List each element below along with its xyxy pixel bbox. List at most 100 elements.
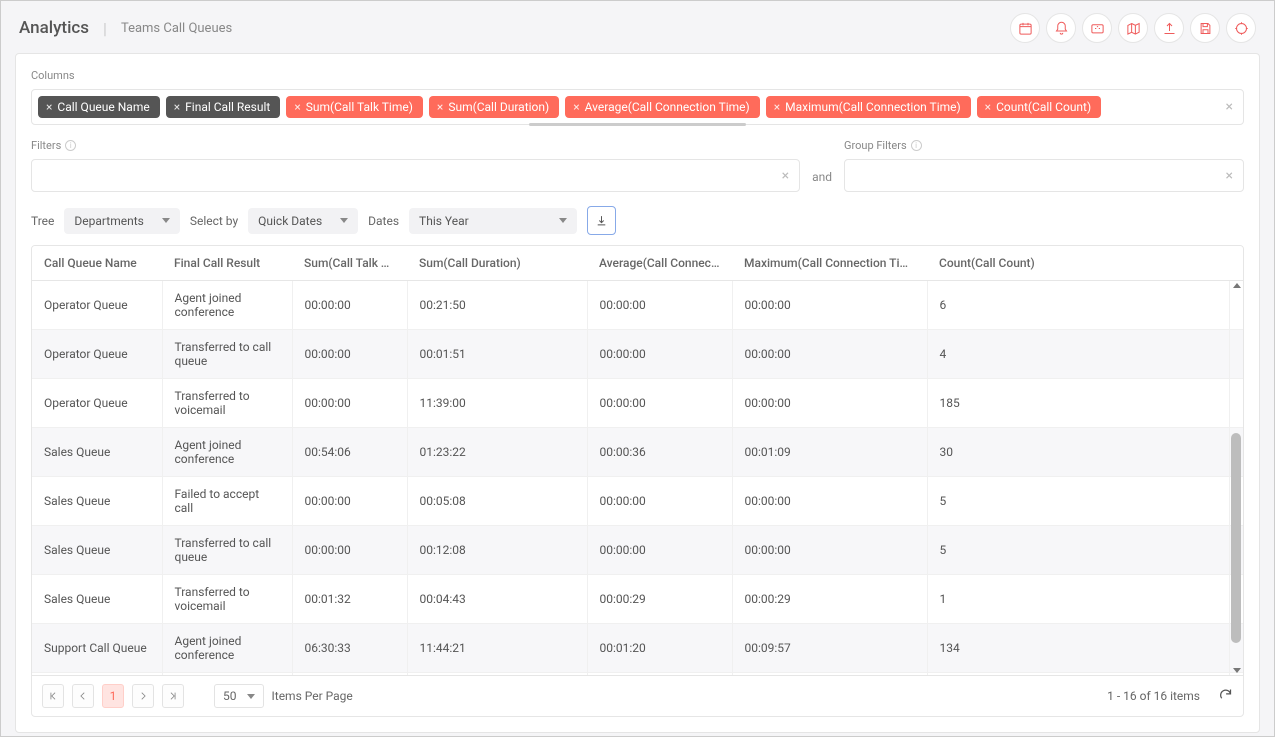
selectby-select[interactable]: Quick Dates bbox=[248, 208, 358, 234]
pager-last-button[interactable] bbox=[162, 684, 184, 708]
pager-current-page[interactable]: 1 bbox=[102, 684, 124, 708]
column-header[interactable]: Sum(Call Talk Time) bbox=[292, 246, 407, 281]
table-cell: Support Call Queue bbox=[32, 673, 162, 676]
chip-remove-icon[interactable]: × bbox=[573, 100, 579, 114]
chip-remove-icon[interactable]: × bbox=[294, 100, 300, 114]
chip-label: Average(Call Connection Time) bbox=[585, 100, 750, 114]
clear-group-filters-icon[interactable]: × bbox=[1226, 168, 1233, 184]
chip-label: Sum(Call Duration) bbox=[448, 100, 549, 114]
chip-remove-icon[interactable]: × bbox=[174, 100, 180, 114]
chip-remove-icon[interactable]: × bbox=[437, 100, 443, 114]
table-cell: 00:00:00 bbox=[732, 477, 927, 526]
info-icon[interactable]: i bbox=[65, 140, 76, 151]
upload-icon[interactable] bbox=[1154, 13, 1184, 43]
table-cell: Agent joined conference bbox=[162, 624, 292, 673]
table-row[interactable]: Sales QueueTransferred to call queue00:0… bbox=[32, 526, 1243, 575]
table-cell: Transferred to voicemail bbox=[162, 379, 292, 428]
column-chip[interactable]: ×Sum(Call Talk Time) bbox=[286, 96, 423, 118]
table-cell: 00:04:43 bbox=[407, 575, 587, 624]
table-row[interactable]: Operator QueueTransferred to voicemail 00… bbox=[32, 379, 1243, 428]
table-cell: Support Call Queue bbox=[32, 624, 162, 673]
columns-label: Columns bbox=[31, 69, 1244, 82]
chip-remove-icon[interactable]: × bbox=[774, 100, 780, 114]
refresh-button[interactable] bbox=[1218, 687, 1233, 705]
table-row[interactable]: Sales QueueFailed to accept call00:00:00… bbox=[32, 477, 1243, 526]
page-size-select[interactable]: 50 bbox=[214, 684, 264, 708]
table-cell: 00:00:00 bbox=[732, 526, 927, 575]
table-cell: 00:09:57 bbox=[732, 624, 927, 673]
table-cell: 11:39:00 bbox=[407, 379, 587, 428]
table-cell: 00:27:12 bbox=[407, 673, 587, 676]
clear-filters-icon[interactable]: × bbox=[782, 168, 789, 184]
table-cell: 00:00:00 bbox=[292, 330, 407, 379]
table-row[interactable]: Sales QueueAgent joined conference00:54:… bbox=[32, 428, 1243, 477]
column-header[interactable]: Average(Call Connectio... bbox=[587, 246, 732, 281]
table-cell: 00:00:00 bbox=[587, 673, 732, 676]
clear-columns-icon[interactable]: × bbox=[1226, 99, 1233, 115]
table-cell: Operator Queue bbox=[32, 330, 162, 379]
column-chip[interactable]: ×Call Queue Name bbox=[38, 96, 160, 118]
group-filters-input[interactable]: × bbox=[844, 159, 1244, 192]
map-icon[interactable] bbox=[1118, 13, 1148, 43]
table-cell: 00:00:00 bbox=[587, 526, 732, 575]
chip-remove-icon[interactable]: × bbox=[46, 100, 52, 114]
table-cell: 1 bbox=[927, 575, 1229, 624]
table-row[interactable]: Sales QueueTransferred to voicemail00:01… bbox=[32, 575, 1243, 624]
table-cell: 00:00:00 bbox=[587, 477, 732, 526]
bell-icon[interactable] bbox=[1046, 13, 1076, 43]
table-row[interactable]: Support Call QueueFailed to accept call0… bbox=[32, 673, 1243, 676]
table-cell: Agent joined conference bbox=[162, 281, 292, 330]
dashboard-icon[interactable] bbox=[1082, 13, 1112, 43]
dates-label: Dates bbox=[368, 214, 399, 228]
column-header[interactable]: Call Queue Name bbox=[32, 246, 162, 281]
table-cell: 00:01:20 bbox=[587, 624, 732, 673]
table-cell: Operator Queue bbox=[32, 281, 162, 330]
target-icon[interactable] bbox=[1226, 13, 1256, 43]
table-cell: 00:12:08 bbox=[407, 526, 587, 575]
column-header[interactable]: Maximum(Call Connection Time) bbox=[732, 246, 927, 281]
columns-box[interactable]: ×Call Queue Name×Final Call Result×Sum(C… bbox=[31, 89, 1244, 125]
table-cell: 00:01:51 bbox=[407, 330, 587, 379]
column-header[interactable]: Final Call Result bbox=[162, 246, 292, 281]
filters-input[interactable]: × bbox=[31, 159, 800, 192]
table-cell: 06:30:33 bbox=[292, 624, 407, 673]
table-cell: Sales Queue bbox=[32, 575, 162, 624]
column-header[interactable]: Count(Call Count) bbox=[927, 246, 1229, 281]
column-chip[interactable]: × Average(Call Connection Time) bbox=[565, 96, 760, 118]
column-header[interactable]: Sum(Call Duration) bbox=[407, 246, 587, 281]
selectby-label: Select by bbox=[190, 214, 238, 228]
pager-summary: 1 - 16 of 16 items bbox=[1107, 689, 1200, 703]
save-icon[interactable] bbox=[1190, 13, 1220, 43]
table-cell: 00:21:50 bbox=[407, 281, 587, 330]
column-chip[interactable]: × Sum(Call Duration) bbox=[429, 96, 559, 118]
info-icon[interactable]: i bbox=[911, 140, 922, 151]
table-cell: 11:44:21 bbox=[407, 624, 587, 673]
dates-select[interactable]: This Year bbox=[409, 208, 577, 234]
table-cell: Failed to accept call bbox=[162, 673, 292, 676]
column-chip[interactable]: ×Final Call Result bbox=[166, 96, 281, 118]
pager-first-button[interactable] bbox=[42, 684, 64, 708]
table-cell: 5 bbox=[927, 477, 1229, 526]
table-scrollbar[interactable] bbox=[1231, 283, 1241, 673]
chip-scroll-indicator bbox=[529, 123, 747, 126]
table-cell: Operator Queue bbox=[32, 379, 162, 428]
table-cell: Sales Queue bbox=[32, 526, 162, 575]
table-row[interactable]: Operator QueueTransferred to call queue0… bbox=[32, 330, 1243, 379]
table-cell: 00:00:29 bbox=[732, 575, 927, 624]
pager-prev-button[interactable] bbox=[72, 684, 94, 708]
pager-next-button[interactable] bbox=[132, 684, 154, 708]
table-cell: 00:00:29 bbox=[587, 575, 732, 624]
table-cell: 00:00:00 bbox=[292, 673, 407, 676]
table-cell: 134 bbox=[927, 624, 1229, 673]
calendar-icon[interactable] bbox=[1010, 13, 1040, 43]
tree-select[interactable]: Departments bbox=[64, 208, 179, 234]
table-cell: 6 bbox=[927, 281, 1229, 330]
download-button[interactable] bbox=[587, 206, 616, 235]
table-row[interactable]: Support Call QueueAgent joined conferenc… bbox=[32, 624, 1243, 673]
table-row[interactable]: Operator QueueAgent joined conference 00:… bbox=[32, 281, 1243, 330]
column-chip[interactable]: ×Count(Call Count) bbox=[977, 96, 1102, 118]
table-cell: 00:00:00 bbox=[587, 379, 732, 428]
chip-remove-icon[interactable]: × bbox=[985, 100, 991, 114]
table-cell: 5 bbox=[927, 526, 1229, 575]
column-chip[interactable]: ×Maximum(Call Connection Time) bbox=[766, 96, 971, 118]
